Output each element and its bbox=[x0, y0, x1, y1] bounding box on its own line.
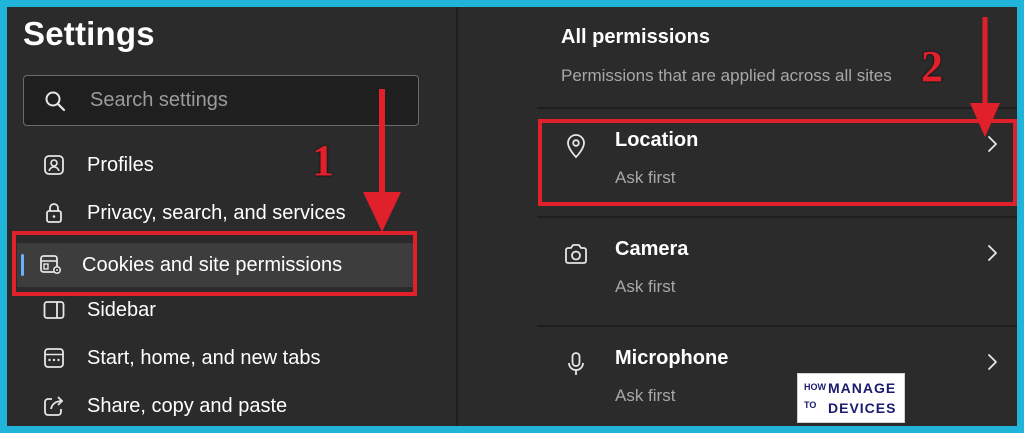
annotation-arrow-2 bbox=[970, 17, 1000, 137]
sidebar-item-profiles[interactable]: Profiles bbox=[17, 145, 415, 185]
logo-text-to: TO bbox=[804, 400, 817, 410]
section-subtitle: Permissions that are applied across all … bbox=[561, 66, 892, 85]
permission-name: Camera bbox=[615, 238, 689, 260]
home-tabs-icon bbox=[41, 345, 67, 371]
profile-icon bbox=[41, 152, 67, 178]
sidebar-icon bbox=[41, 297, 67, 323]
sidebar-item-share[interactable]: Share, copy and paste bbox=[17, 386, 415, 426]
chevron-right-icon bbox=[988, 354, 997, 370]
permission-row-microphone[interactable]: Microphone Ask first bbox=[537, 327, 1017, 426]
permission-state: Ask first bbox=[615, 386, 676, 405]
watermark-logo: HOW TO MANAGE DEVICES bbox=[797, 373, 905, 423]
sidebar-item-label: Share, copy and paste bbox=[87, 394, 288, 417]
search-icon bbox=[45, 91, 66, 112]
sidebar-item-sidebar[interactable]: Sidebar bbox=[17, 290, 415, 330]
logo-text-manage: MANAGE bbox=[828, 380, 897, 396]
permission-row-camera[interactable]: Camera Ask first bbox=[537, 218, 1017, 325]
section-title: All permissions bbox=[561, 26, 710, 48]
microphone-icon bbox=[568, 352, 584, 375]
step-number-1: 1 bbox=[312, 136, 334, 185]
sidebar-item-label: Privacy, search, and services bbox=[87, 201, 346, 224]
sidebar-item-start-home[interactable]: Start, home, and new tabs bbox=[17, 338, 415, 378]
step-number-2: 2 bbox=[921, 42, 943, 91]
sidebar-item-label: Sidebar bbox=[87, 298, 156, 321]
permission-name: Microphone bbox=[615, 347, 729, 369]
highlight-box-location bbox=[538, 119, 1017, 206]
highlight-box-cookies bbox=[12, 231, 417, 296]
camera-icon bbox=[565, 244, 587, 264]
annotation-arrow-1 bbox=[363, 89, 401, 232]
logo-text-devices: DEVICES bbox=[828, 400, 897, 416]
sidebar-item-privacy[interactable]: Privacy, search, and services bbox=[17, 193, 415, 233]
sidebar-item-label: Start, home, and new tabs bbox=[87, 346, 321, 369]
pane-gap bbox=[458, 7, 537, 426]
share-icon bbox=[41, 393, 67, 419]
lock-icon bbox=[41, 200, 67, 226]
sidebar-item-label: Profiles bbox=[87, 153, 154, 176]
permissions-panel: All permissions Permissions that are app… bbox=[537, 7, 1017, 426]
page-title: Settings bbox=[23, 15, 155, 52]
browser-settings-window: Settings Profiles Privacy, search, and s… bbox=[7, 7, 1017, 426]
logo-text-how: HOW bbox=[804, 382, 826, 392]
permission-state: Ask first bbox=[615, 277, 676, 296]
chevron-right-icon bbox=[988, 245, 997, 261]
